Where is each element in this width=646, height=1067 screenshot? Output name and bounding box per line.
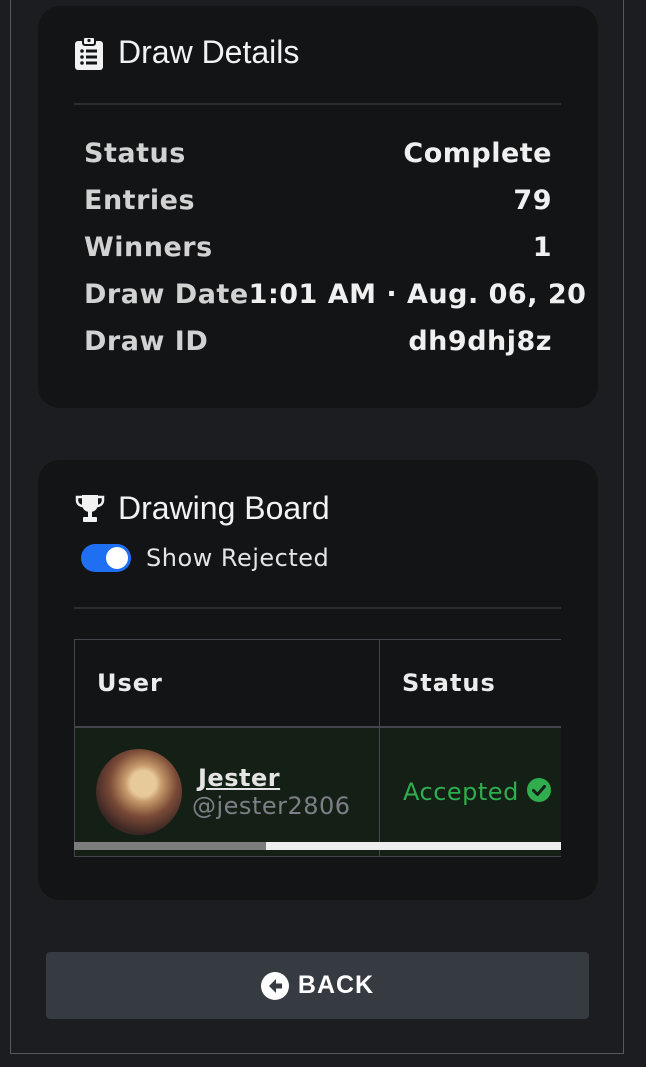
divider: [74, 607, 561, 609]
draw-details-header: Draw Details: [74, 34, 299, 71]
detail-label: Draw ID: [84, 326, 209, 357]
arrow-left-circle-icon: [260, 971, 289, 1000]
trophy-icon: [74, 492, 105, 526]
detail-label: Status: [84, 138, 186, 169]
avatar[interactable]: [96, 749, 182, 835]
back-button-label: BACK: [297, 971, 375, 999]
column-header-status: Status: [379, 639, 561, 728]
show-rejected-label: Show Rejected: [146, 544, 330, 572]
detail-row-entries: Entries 79: [84, 185, 552, 232]
table-header-row: User Status: [74, 639, 561, 728]
detail-value: 1:01 AM · Aug. 06, 20: [248, 279, 587, 310]
drawing-board-title: Drawing Board: [118, 490, 330, 526]
drawing-board-card: Drawing Board Show Rejected User Status: [38, 460, 598, 900]
horizontal-scrollbar[interactable]: [74, 842, 561, 850]
detail-label: Draw Date: [84, 279, 249, 310]
check-circle-icon: [526, 778, 551, 806]
detail-value: Complete: [403, 138, 552, 169]
status-text: Accepted: [403, 778, 519, 806]
detail-row-draw-id: Draw ID dh9dhj8z: [84, 326, 552, 373]
detail-label: Winners: [84, 232, 213, 263]
back-button[interactable]: BACK: [46, 952, 589, 1019]
drawing-board-table: User Status Jester @jester2806 Accepted: [74, 639, 561, 857]
divider: [74, 103, 561, 105]
user-name-link[interactable]: Jester: [198, 764, 351, 792]
user-handle: @jester2806: [192, 792, 351, 820]
switch-knob: [106, 547, 128, 569]
drawing-board-table-container[interactable]: User Status Jester @jester2806 Accepted: [74, 639, 561, 863]
clipboard-list-icon: [74, 35, 104, 70]
detail-value: dh9dhj8z: [408, 326, 552, 357]
user-cell: Jester @jester2806: [74, 726, 380, 857]
table-row: Jester @jester2806 Accepted: [74, 726, 561, 857]
drawing-board-header: Drawing Board: [74, 490, 330, 527]
detail-row-draw-date: Draw Date 1:01 AM · Aug. 06, 20: [84, 279, 586, 326]
detail-value: 1: [532, 232, 552, 263]
column-header-user: User: [74, 639, 380, 728]
show-rejected-switch[interactable]: [81, 544, 131, 572]
show-rejected-toggle-row: Show Rejected: [81, 544, 329, 572]
detail-list: Status Complete Entries 79 Winners 1 Dra…: [84, 138, 586, 373]
detail-label: Entries: [84, 185, 196, 216]
status-cell: Accepted: [379, 726, 561, 857]
detail-value: 79: [513, 185, 552, 216]
draw-details-title: Draw Details: [118, 34, 300, 70]
scrollbar-thumb[interactable]: [74, 842, 266, 850]
draw-details-card: Draw Details Status Complete Entries 79 …: [38, 6, 598, 408]
detail-row-winners: Winners 1: [84, 232, 552, 279]
detail-row-status: Status Complete: [84, 138, 552, 185]
